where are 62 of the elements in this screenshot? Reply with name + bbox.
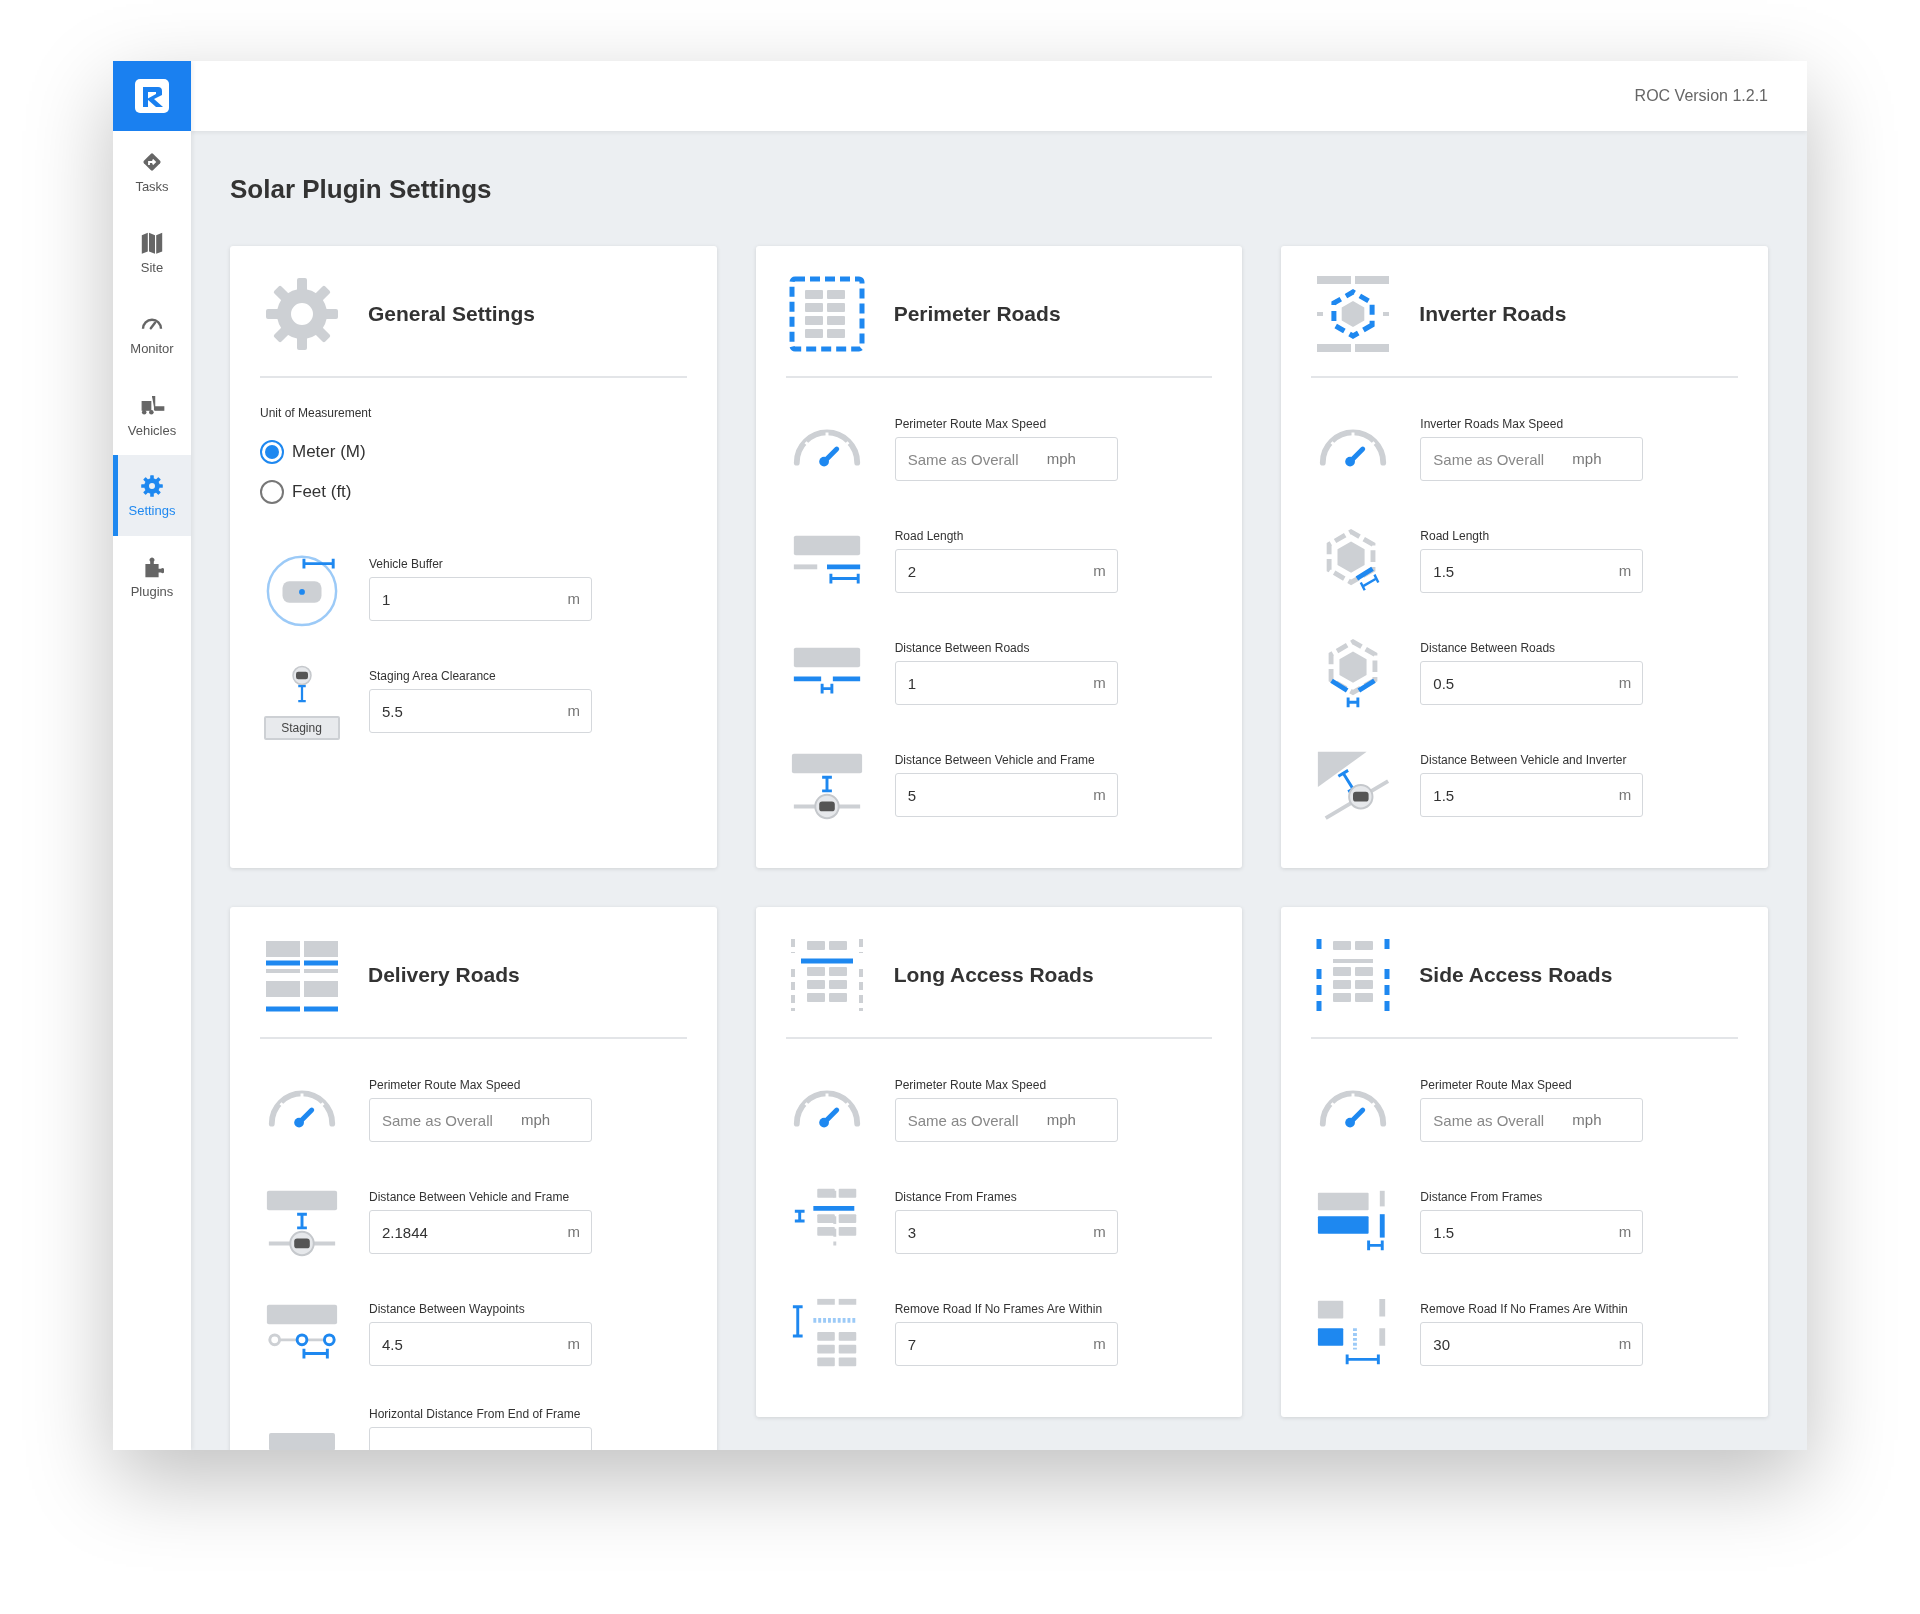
nav-item[interactable]: Site: [113, 212, 191, 293]
unit-label: m: [1618, 1222, 1632, 1242]
unit-label: mph: [1046, 1110, 1076, 1130]
unit-label: m: [567, 589, 580, 609]
field-label: Remove Road If No Frames Are Within: [894, 1302, 1104, 1316]
field-label: Distance Between Roads: [1420, 641, 1557, 655]
unit-label: mph: [1572, 449, 1602, 469]
unit-label: mph: [521, 1110, 551, 1130]
staging-platform: Staging: [263, 716, 340, 740]
field-label: Road Length: [894, 529, 965, 543]
unit-label: m: [1093, 1334, 1106, 1354]
gear-icon: [140, 473, 164, 498]
field-label: Distance From Frames: [1420, 1190, 1544, 1204]
field-label: Perimeter Route Max Speed: [894, 1078, 1048, 1092]
radio-button[interactable]: [260, 440, 284, 464]
field-label: Staging Area Clearance: [369, 669, 497, 683]
unit-label: m: [1618, 1334, 1632, 1354]
app-logo[interactable]: [113, 61, 191, 131]
field-label: Distance Between Roads: [894, 641, 1031, 655]
unit-label: m: [567, 1334, 580, 1354]
card-title: Side Access Roads: [1419, 962, 1613, 989]
field-label: Perimeter Route Max Speed: [369, 1078, 522, 1092]
map-icon: [140, 230, 164, 255]
card-title: Long Access Roads: [893, 962, 1094, 989]
card-title: Inverter Roads: [1419, 301, 1567, 328]
card-title: Delivery Roads: [368, 962, 520, 989]
nav-item[interactable]: Vehicles: [113, 374, 191, 455]
unit-label: mph: [1572, 1110, 1602, 1130]
dashed-grid-icon: [787, 274, 868, 354]
unit-label: m: [1093, 673, 1106, 693]
unit-label: mph: [1046, 449, 1076, 469]
unit-label: m: [1093, 785, 1106, 805]
unit-label: m: [567, 701, 580, 721]
nav-item[interactable]: Monitor: [113, 293, 191, 374]
field-label: Vehicle Buffer: [369, 557, 444, 571]
unit-label: m: [1093, 1222, 1106, 1242]
unit-label: m: [1618, 673, 1632, 693]
field-label: Perimeter Route Max Speed: [894, 417, 1048, 431]
nav-item[interactable]: Plugins: [113, 536, 191, 617]
field-label: Road Length: [1420, 529, 1491, 543]
field-label: Horizontal Distance From End of Frame: [369, 1407, 582, 1421]
unit-label: m: [1093, 561, 1106, 581]
card-title: Perimeter Roads: [893, 301, 1061, 328]
page-title: Solar Plugin Settings: [230, 174, 493, 204]
nav-item[interactable]: Tasks: [113, 131, 191, 212]
radio-button[interactable]: [260, 480, 284, 504]
field-label: Distance Between Vehicle and Frame: [369, 1190, 571, 1204]
radio-group-label: Unit of Measurement: [260, 405, 373, 422]
field-label: Distance From Frames: [894, 1190, 1018, 1204]
field-label: Perimeter Route Max Speed: [1420, 1078, 1573, 1092]
radio-option[interactable]: Feet (ft): [260, 476, 687, 508]
field-label: Distance Between Vehicle and Inverter: [1420, 753, 1628, 767]
field-label: Remove Road If No Frames Are Within: [1420, 1302, 1629, 1316]
unit-label: m: [1618, 561, 1632, 581]
field-label: Inverter Roads Max Speed: [1420, 417, 1565, 431]
field-label: Distance Between Waypoints: [369, 1302, 526, 1316]
unit-label: m: [567, 1222, 580, 1242]
unit-label: m: [1618, 785, 1632, 805]
card-title: General Settings: [368, 301, 535, 328]
version-label: ROC Version 1.2.1: [1634, 86, 1768, 106]
radio-option[interactable]: Meter (M): [260, 436, 687, 468]
field-label: Distance Between Vehicle and Frame: [894, 753, 1096, 767]
